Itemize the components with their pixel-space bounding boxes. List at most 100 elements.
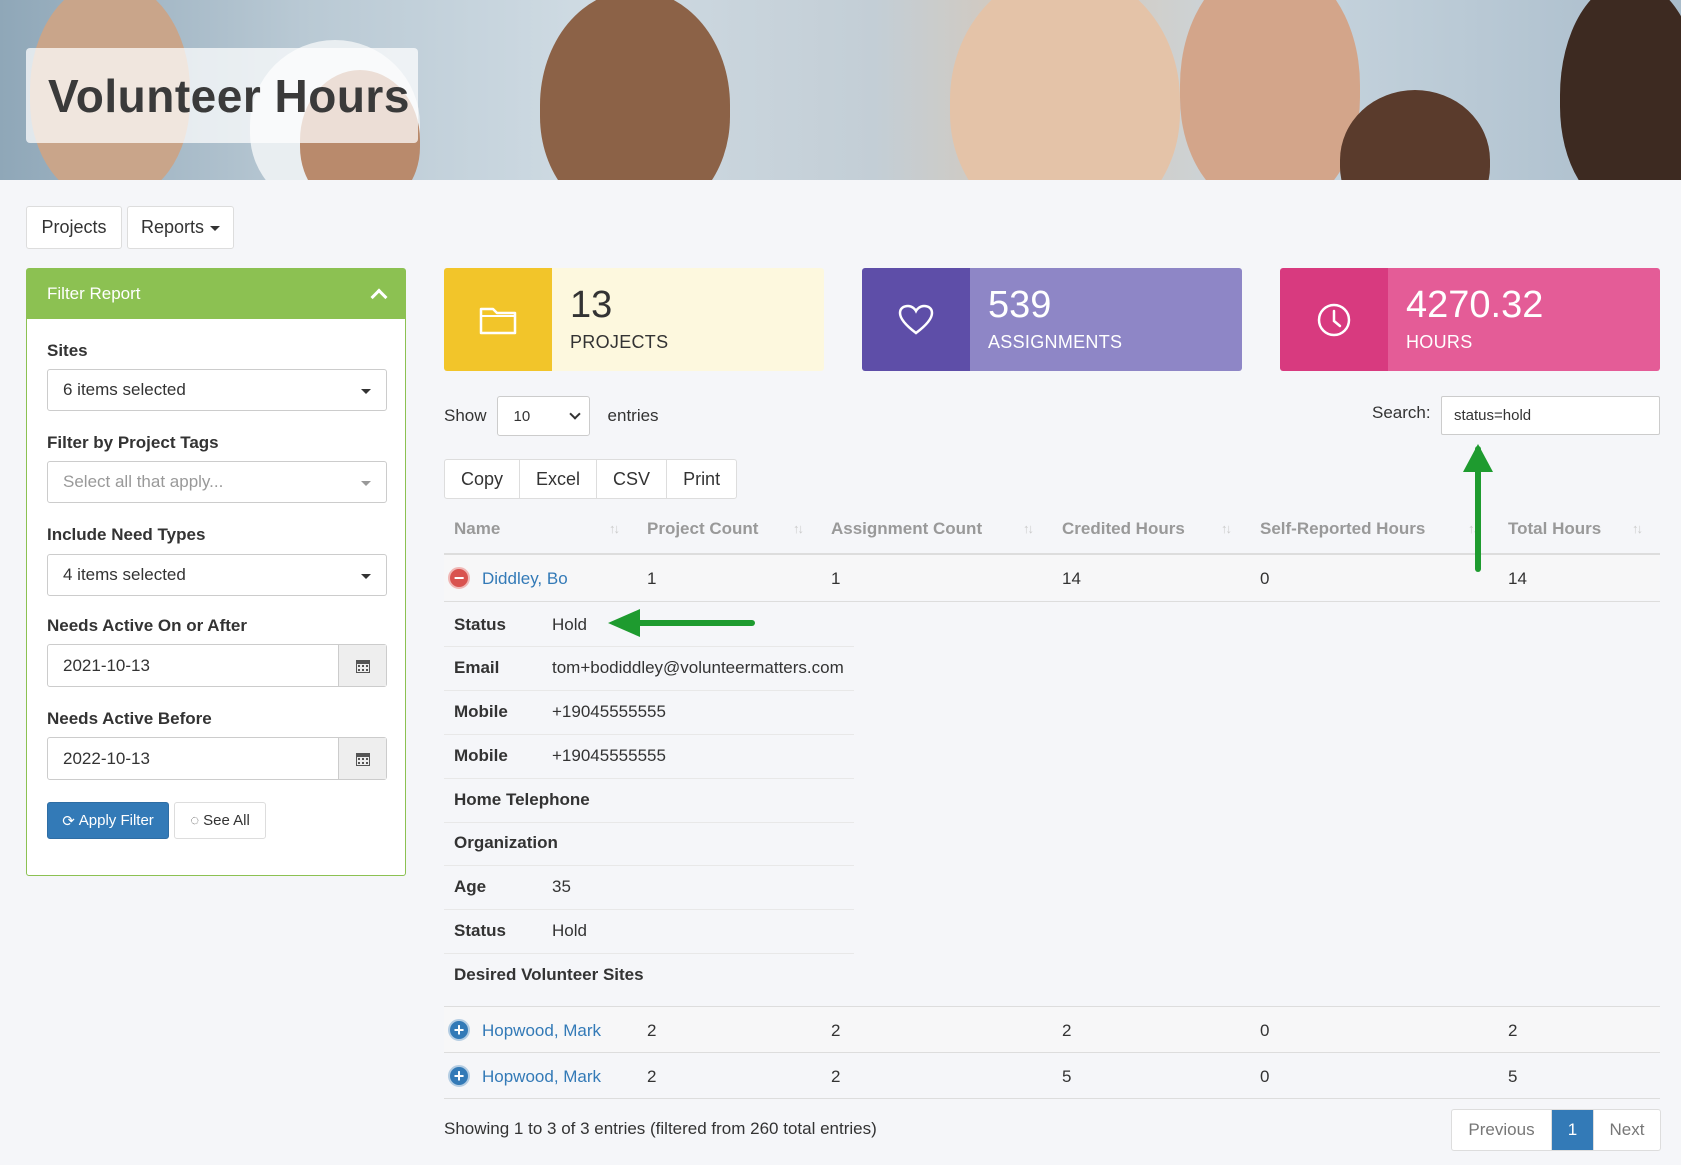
row-divider [444, 1052, 1660, 1053]
detail-divider [444, 822, 854, 823]
detail-label: Organization [454, 833, 558, 852]
project-tags-select[interactable]: Select all that apply... [47, 461, 387, 503]
annotation-arrow-left-head [608, 609, 640, 637]
row-project-count: 2 [647, 1021, 657, 1040]
sort-icon[interactable]: ↑↓ [1632, 521, 1643, 536]
detail-label: Home Telephone [454, 790, 590, 809]
row-divider [444, 1098, 1660, 1099]
calendar-icon[interactable] [338, 738, 386, 779]
detail-label: Status [454, 921, 506, 940]
detail-label: Mobile [454, 702, 508, 721]
banner-photo-person [540, 0, 730, 180]
row-divider [444, 601, 1660, 602]
expand-row-icon[interactable]: + [448, 1065, 470, 1087]
page-length-select[interactable]: 10 [496, 396, 590, 436]
column-header-assignment-count[interactable]: Assignment Count [831, 519, 982, 541]
sort-icon[interactable]: ↑↓ [1221, 521, 1232, 536]
need-types-label: Include Need Types [47, 525, 206, 544]
detail-label: Email [454, 658, 500, 677]
banner-photo-person [1340, 90, 1490, 180]
column-header-project-count[interactable]: Project Count [647, 519, 758, 541]
page-1-button[interactable]: 1 [1552, 1110, 1594, 1150]
projects-label: PROJECTS [570, 332, 669, 352]
page-length-control: Show 10 entries [444, 396, 659, 436]
detail-value: Hold [552, 615, 587, 634]
reports-button-label: Reports [140, 217, 205, 237]
detail-label: Desired Volunteer Sites [454, 965, 644, 984]
previous-page-button[interactable]: Previous [1452, 1110, 1552, 1150]
detail-value: tom+bodiddley@volunteermatters.com [552, 658, 844, 677]
chevron-down-icon [568, 408, 581, 420]
banner-photo-person [1560, 0, 1681, 180]
row-self-reported-hours: 0 [1260, 1067, 1270, 1086]
apply-filter-button[interactable]: ⟳ Apply Filter [47, 802, 169, 839]
export-button-group: Copy Excel CSV Print [444, 459, 738, 499]
projects-count: 13 [570, 284, 613, 326]
detail-label: Age [454, 877, 487, 896]
sort-icon[interactable]: ↑↓ [1023, 521, 1034, 536]
project-tags-label: Filter by Project Tags [47, 433, 219, 452]
entries-label: entries [607, 406, 659, 425]
row-total-hours: 2 [1508, 1021, 1518, 1040]
need-types-select[interactable]: 4 items selected [47, 554, 387, 596]
see-all-button[interactable]: ◌ See All [174, 802, 266, 839]
page-title-box: Volunteer Hours [26, 48, 418, 143]
search-input[interactable] [1441, 396, 1660, 435]
active-before-value[interactable]: 2022-10-13 [48, 738, 338, 779]
row-name-link[interactable]: Hopwood, Mark [482, 1067, 601, 1087]
row-assignment-count: 2 [831, 1021, 841, 1040]
column-header-total-hours[interactable]: Total Hours [1508, 519, 1601, 541]
active-after-value[interactable]: 2021-10-13 [48, 645, 338, 686]
detail-divider [444, 909, 854, 910]
detail-divider [444, 865, 854, 866]
detail-label: Mobile [454, 746, 508, 765]
calendar-icon[interactable] [338, 645, 386, 686]
column-header-name[interactable]: Name [454, 519, 500, 541]
detail-value: 35 [552, 877, 571, 896]
sites-select-value: 6 items selected [63, 380, 186, 399]
project-tags-placeholder: Select all that apply... [63, 472, 224, 491]
detail-value: Hold [552, 921, 587, 940]
detail-value: +19045555555 [552, 702, 666, 721]
filter-report-header[interactable]: Filter Report [27, 269, 405, 319]
clock-icon [1280, 268, 1388, 371]
reports-dropdown-button[interactable]: Reports [127, 206, 234, 249]
folder-icon [444, 268, 552, 371]
sort-icon[interactable]: ↑↓ [609, 521, 620, 536]
next-page-button[interactable]: Next [1594, 1110, 1660, 1150]
chevron-up-icon[interactable] [370, 288, 388, 306]
active-before-date-field[interactable]: 2022-10-13 [47, 737, 387, 780]
active-after-label: Needs Active On or After [47, 616, 247, 635]
detail-divider [444, 690, 854, 691]
show-label: Show [444, 406, 487, 425]
excel-button[interactable]: Excel [520, 460, 598, 498]
projects-stat-card: 13 PROJECTS [444, 268, 824, 371]
page-title: Volunteer Hours [48, 69, 410, 122]
row-project-count: 1 [647, 569, 657, 588]
collapse-row-icon[interactable]: − [448, 567, 470, 589]
page-length-value: 10 [513, 407, 531, 425]
copy-button[interactable]: Copy [445, 460, 521, 498]
active-before-label: Needs Active Before [47, 709, 212, 728]
hours-count: 4270.32 [1406, 284, 1544, 326]
hours-stat-card: 4270.32 HOURS [1280, 268, 1660, 371]
sites-select[interactable]: 6 items selected [47, 369, 387, 411]
csv-button[interactable]: CSV [597, 460, 668, 498]
row-name-link[interactable]: Hopwood, Mark [482, 1021, 601, 1041]
need-types-select-value: 4 items selected [63, 565, 186, 584]
projects-button[interactable]: Projects [26, 206, 122, 249]
column-header-self-reported-hours[interactable]: Self-Reported Hours [1260, 519, 1425, 541]
table-row[interactable] [444, 1007, 1660, 1052]
expand-row-icon[interactable]: + [448, 1019, 470, 1041]
caret-down-icon [361, 573, 371, 579]
row-total-hours: 5 [1508, 1067, 1518, 1086]
print-button[interactable]: Print [667, 460, 736, 498]
see-all-label: See All [203, 812, 250, 829]
row-name-link[interactable]: Diddley, Bo [482, 569, 568, 589]
row-assignment-count: 2 [831, 1067, 841, 1086]
refresh-icon: ⟳ [62, 812, 75, 830]
active-after-date-field[interactable]: 2021-10-13 [47, 644, 387, 687]
column-header-credited-hours[interactable]: Credited Hours [1062, 519, 1185, 541]
caret-down-icon [361, 480, 371, 486]
sort-icon[interactable]: ↑↓ [793, 521, 804, 536]
